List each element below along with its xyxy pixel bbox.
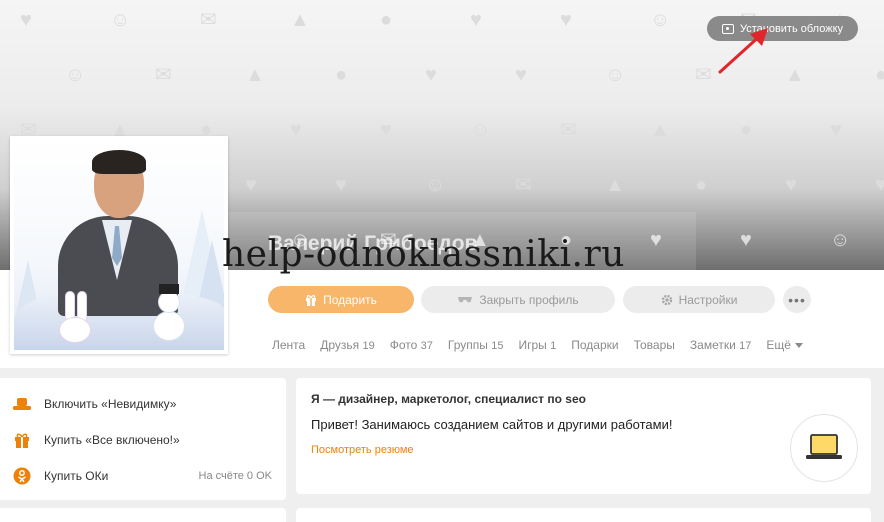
- pattern-icon: ♥: [380, 119, 392, 141]
- sidebar-item-label: Купить «Все включено!»: [44, 433, 180, 447]
- tab-count: 17: [739, 340, 752, 352]
- tab-count: 19: [362, 340, 375, 352]
- balance-text: На счёте 0 OK: [198, 470, 273, 482]
- sidebar-item-all-inclusive[interactable]: Купить «Все включено!»: [12, 430, 180, 450]
- tab-label: Подарки: [571, 338, 619, 352]
- pattern-icon: ●: [695, 174, 708, 196]
- pattern-icon: ✉: [200, 9, 217, 31]
- ok-coin-icon: [12, 466, 32, 486]
- pattern-icon: ☺: [65, 64, 86, 86]
- tab-item[interactable]: Подарки: [571, 338, 618, 352]
- avatar-photo: [14, 140, 224, 350]
- pattern-icon: ☺: [110, 9, 131, 31]
- sidebar-item-buy-ok[interactable]: Купить ОКи: [12, 466, 108, 486]
- profile-tabs: Лента Друзья 19 Фото 37 Группы 15 Игры 1 Пода…: [272, 338, 818, 352]
- view-resume-link[interactable]: Посмотреть резюме: [311, 444, 414, 456]
- tab-label: Группы: [447, 338, 488, 352]
- pattern-icon: ♥: [470, 9, 482, 31]
- sidebar-item-label: Купить ОКи: [44, 469, 109, 483]
- laptop-icon: [806, 434, 842, 459]
- about-text: Привет! Занимаюсь созданием сайтов и дру…: [311, 417, 673, 432]
- tab-count: 1: [550, 340, 557, 352]
- pattern-icon: ●: [875, 64, 884, 86]
- tab-item[interactable]: Игры 1: [518, 338, 556, 352]
- pattern-icon: ♥: [335, 174, 347, 196]
- tab-item[interactable]: Товары: [634, 338, 675, 352]
- tab-count: 15: [491, 340, 504, 352]
- avatar[interactable]: [10, 136, 228, 354]
- tab-label: Товары: [633, 338, 675, 352]
- tab-item[interactable]: Заметки 17: [690, 338, 752, 352]
- chevron-down-icon: [794, 342, 803, 348]
- bunny: [60, 318, 90, 342]
- pattern-icon: ♥: [515, 64, 527, 86]
- pattern-icon: ☺: [605, 64, 626, 86]
- tab-more-label: Ещё: [766, 338, 791, 352]
- hat-icon: [12, 394, 32, 414]
- more-icon: •••: [788, 291, 806, 308]
- tab-label: Игры: [518, 338, 547, 352]
- gift-button-label: Подарить: [323, 292, 377, 307]
- pattern-icon: ▲: [290, 9, 310, 31]
- pattern-icon: ▲: [605, 174, 625, 196]
- tab-item[interactable]: Группы 15: [448, 338, 504, 352]
- gift-button[interactable]: Подарить: [268, 286, 414, 313]
- pattern-icon: ✉: [695, 64, 712, 86]
- snowman-hat: [159, 284, 179, 294]
- sidebar-item-label: Включить «Невидимку»: [44, 397, 177, 411]
- pattern-icon: ▲: [785, 64, 805, 86]
- pattern-icon: ☺: [830, 229, 851, 251]
- tab-item[interactable]: Лента: [272, 338, 305, 352]
- tab-item[interactable]: Фото 37: [390, 338, 433, 352]
- tab-count: 37: [420, 340, 433, 352]
- pattern-icon: ☺: [425, 174, 446, 196]
- settings-button[interactable]: Настройки: [623, 286, 775, 313]
- annotation-arrow-icon: [718, 28, 768, 74]
- pattern-icon: ✉: [155, 64, 172, 86]
- pattern-icon: ●: [335, 64, 348, 86]
- tab-label: Друзья: [320, 338, 360, 352]
- about-panel: Я — дизайнер, маркетолог, специалист по …: [296, 378, 871, 494]
- more-button[interactable]: •••: [783, 286, 811, 313]
- pattern-icon: ♥: [875, 174, 884, 196]
- pattern-icon: ●: [740, 119, 753, 141]
- pattern-icon: ♥: [560, 9, 572, 31]
- pattern-icon: ♥: [20, 9, 32, 31]
- snowman-head: [159, 292, 179, 312]
- about-title: Я — дизайнер, маркетолог, специалист по …: [311, 392, 586, 406]
- tab-item[interactable]: Друзья 19: [320, 338, 375, 352]
- laptop-badge[interactable]: [790, 414, 858, 482]
- pattern-icon: ✉: [515, 174, 532, 196]
- pattern-icon: ✉: [560, 119, 577, 141]
- pattern-icon: ♥: [245, 174, 257, 196]
- tab-label: Фото: [389, 338, 418, 352]
- gift-icon: [306, 294, 317, 306]
- gift-box-icon: [12, 430, 32, 450]
- pattern-icon: ☺: [650, 9, 671, 31]
- person-hair: [92, 150, 146, 174]
- sunglasses-icon: [458, 296, 473, 302]
- feed-panel-next: [296, 508, 871, 522]
- pattern-icon: ♥: [740, 229, 752, 251]
- tab-more[interactable]: Ещё: [766, 338, 803, 352]
- pattern-icon: ♥: [785, 174, 797, 196]
- tab-label: Заметки: [689, 338, 736, 352]
- settings-label: Настройки: [678, 292, 738, 307]
- pattern-icon: ♥: [425, 64, 437, 86]
- pattern-icon: ▲: [245, 64, 265, 86]
- pattern-icon: ♥: [830, 119, 842, 141]
- watermark: help-odnoklassniki.ru: [222, 234, 625, 275]
- close-profile-label: Закрыть профиль: [479, 292, 579, 307]
- tab-label: Лента: [272, 338, 306, 352]
- pattern-icon: ▲: [650, 119, 670, 141]
- close-profile-button[interactable]: Закрыть профиль: [421, 286, 615, 313]
- sidebar-item-invisible[interactable]: Включить «Невидимку»: [12, 394, 176, 414]
- sidebar-panel: Включить «Невидимку» Купить «Все включен…: [0, 378, 286, 500]
- pattern-icon: ●: [380, 9, 393, 31]
- pattern-icon: ☺: [470, 119, 491, 141]
- sidebar-panel-next: [0, 508, 286, 522]
- snowman: [154, 312, 184, 340]
- pattern-icon: ♥: [290, 119, 302, 141]
- gear-icon: [661, 294, 672, 305]
